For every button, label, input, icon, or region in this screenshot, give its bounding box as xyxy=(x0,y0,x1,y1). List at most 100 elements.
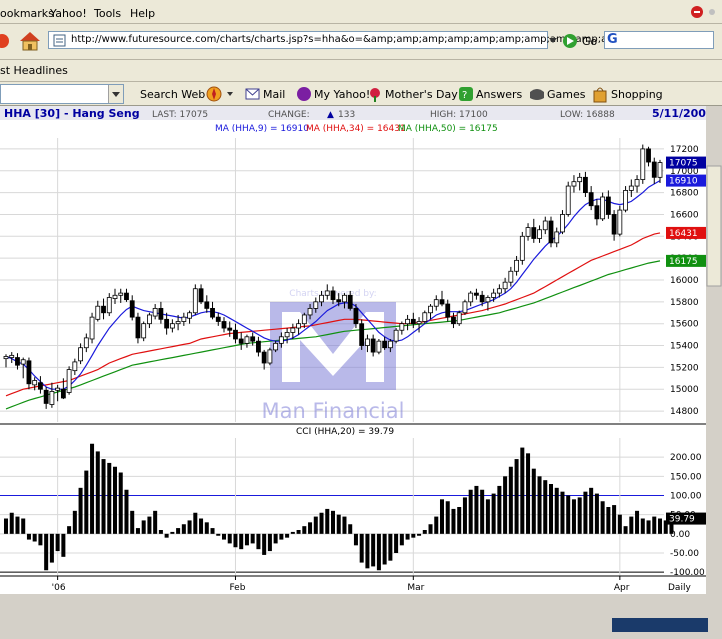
cci-bar xyxy=(302,526,307,534)
candle-body xyxy=(382,340,388,349)
svg-text:?: ? xyxy=(462,90,467,101)
cci-bar xyxy=(583,491,588,534)
cci-bar xyxy=(617,514,622,534)
candle-body xyxy=(600,196,606,220)
home-icon[interactable] xyxy=(18,30,42,55)
cci-bar xyxy=(531,468,536,534)
price-tick-label: 15200 xyxy=(670,363,699,373)
cci-bar xyxy=(118,472,123,534)
cci-bar xyxy=(279,533,284,540)
candle-body xyxy=(141,323,147,339)
cci-bar xyxy=(399,533,404,546)
price-tag-ma9-label: 16910 xyxy=(669,177,698,187)
cci-bar xyxy=(359,533,364,563)
cci-bar xyxy=(417,533,422,536)
cci-bar xyxy=(141,520,146,534)
search-web-button[interactable]: Search Web xyxy=(140,88,205,101)
candle-body xyxy=(433,299,439,307)
cci-bar xyxy=(503,476,508,534)
toolbar-search-input[interactable] xyxy=(0,84,124,104)
candle-body xyxy=(238,338,244,344)
cci-bar xyxy=(84,470,89,534)
candle-body xyxy=(181,316,187,322)
shopping-button[interactable]: Shopping xyxy=(611,88,663,101)
cci-bar xyxy=(388,533,393,561)
candle-body xyxy=(542,220,548,231)
stop-icon[interactable] xyxy=(0,32,12,53)
candle-body xyxy=(468,292,474,303)
answers-button[interactable]: Answers xyxy=(476,88,522,101)
candle-body xyxy=(158,307,164,320)
candle-body xyxy=(261,351,267,364)
candle-body xyxy=(83,337,89,349)
candle-body xyxy=(605,196,611,215)
chart-symbol: HHA [30] - Hang Seng xyxy=(4,107,140,120)
candle-body xyxy=(387,340,393,349)
candle-body xyxy=(301,314,307,325)
cci-bar xyxy=(193,512,198,534)
candle-body xyxy=(491,292,497,298)
ma9-legend: MA (HHA,9) = 16910 xyxy=(215,124,309,134)
cci-bar xyxy=(657,518,663,534)
candle-body xyxy=(60,388,66,399)
candle-body xyxy=(198,288,204,303)
price-tick-label: 15000 xyxy=(670,385,699,395)
search-box[interactable]: G xyxy=(604,31,714,49)
cci-bar xyxy=(135,528,140,534)
mothers-day-button[interactable]: Mother's Day xyxy=(385,88,458,101)
my-yahoo-button[interactable]: My Yahoo! xyxy=(314,88,370,101)
go-button[interactable]: Go xyxy=(562,33,602,49)
menu-tools[interactable]: Tools xyxy=(94,7,121,20)
candle-body xyxy=(537,229,542,239)
menu-yahoo[interactable]: Yahoo! xyxy=(50,7,87,20)
cci-bar xyxy=(548,484,554,534)
cci-bar xyxy=(21,518,26,534)
cci-tick-label: 0.00 xyxy=(670,530,690,540)
cci-bar xyxy=(640,518,645,534)
chevron-down-icon[interactable] xyxy=(108,85,123,103)
cci-bar xyxy=(72,510,77,534)
price-tick-label: 17200 xyxy=(670,145,699,155)
cci-bar xyxy=(325,508,330,534)
candle-body xyxy=(640,148,646,180)
cci-bar xyxy=(158,530,163,534)
watermark-text: Man Financial xyxy=(262,399,405,423)
dropdown-arrow-icon[interactable] xyxy=(549,35,557,48)
price-tick-label: 15600 xyxy=(670,320,699,330)
candle-body xyxy=(611,214,617,235)
cci-bar xyxy=(439,499,445,534)
address-bar[interactable]: http://www.futuresource.com/charts/chart… xyxy=(48,31,616,49)
scrollbar-thumb[interactable] xyxy=(706,165,722,287)
cci-tick-label: 150.00 xyxy=(670,472,702,482)
candle-body xyxy=(9,354,15,358)
watermark: Charts powered by: Man Financial xyxy=(262,289,405,423)
candle-body xyxy=(169,323,175,329)
cci-bar xyxy=(457,507,462,534)
cci-bar xyxy=(101,459,106,534)
my-yahoo-icon xyxy=(296,86,312,105)
cci-bar xyxy=(55,533,60,552)
candle-body xyxy=(147,314,152,325)
candle-body xyxy=(628,185,634,191)
x-tick-label: Apr xyxy=(614,583,630,593)
games-button[interactable]: Games xyxy=(547,88,585,101)
mail-button[interactable]: Mail xyxy=(263,88,285,101)
price-tick-label: 14800 xyxy=(670,407,699,417)
x-tick-label: '06 xyxy=(52,583,66,593)
cci-bar xyxy=(130,510,135,534)
compass-icon[interactable] xyxy=(205,85,235,106)
candle-body xyxy=(129,300,135,318)
cci-bar xyxy=(176,528,181,534)
cci-bar xyxy=(216,533,221,536)
menu-help[interactable]: Help xyxy=(130,7,155,20)
cci-bar xyxy=(262,533,267,555)
menu-bookmarks[interactable]: ookmarks xyxy=(0,7,54,20)
candle-body xyxy=(192,288,198,314)
candle-body xyxy=(560,214,565,233)
cci-bar xyxy=(537,476,542,534)
cci-bar xyxy=(330,510,336,534)
link-headlines[interactable]: st Headlines xyxy=(0,64,68,77)
cci-bar xyxy=(348,524,353,534)
cci-bar xyxy=(445,501,450,534)
candle-body xyxy=(273,342,279,351)
